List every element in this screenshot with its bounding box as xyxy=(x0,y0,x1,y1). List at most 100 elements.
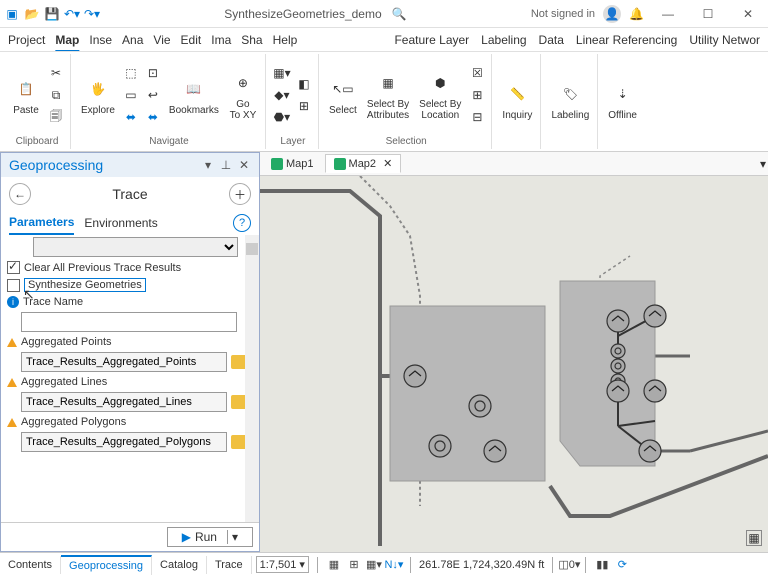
geoprocessing-pane: Geoprocessing ▾ ⊥ ✕ ← Trace ＋ Parameters… xyxy=(0,152,260,552)
basemap-icon[interactable]: ▦▾ xyxy=(272,63,292,83)
tab-close-icon[interactable]: ✕ xyxy=(383,157,392,170)
copy-icon[interactable]: ⧉ xyxy=(46,85,66,105)
menu-labeling[interactable]: Labeling xyxy=(481,33,526,47)
cut-icon[interactable]: ✂ xyxy=(46,63,66,83)
menu-linear-ref[interactable]: Linear Referencing xyxy=(576,33,677,47)
trace-name-input[interactable] xyxy=(21,312,237,332)
menu-map[interactable]: Map xyxy=(55,33,79,47)
maximize-button[interactable]: ☐ xyxy=(692,4,724,24)
zoom-sel-icon[interactable]: ▭ xyxy=(121,85,141,105)
help-button[interactable]: ? xyxy=(233,214,251,232)
offline-button[interactable]: ⇣ Offline xyxy=(604,78,641,123)
labeling-button[interactable]: 🏷 Labeling xyxy=(547,78,593,123)
signin-text[interactable]: Not signed in xyxy=(531,8,595,20)
menu-edit[interactable]: Edit xyxy=(181,33,202,47)
pause-icon[interactable]: ▮▮ xyxy=(594,557,610,573)
sel-count-icon[interactable]: ◫0▾ xyxy=(561,557,577,573)
tab-parameters[interactable]: Parameters xyxy=(9,211,74,235)
bottom-tab-catalog[interactable]: Catalog xyxy=(152,556,207,574)
menu-ana[interactable]: Ana xyxy=(122,33,143,47)
sel-opts-icon[interactable]: ⊞ xyxy=(467,85,487,105)
clear-sel-icon[interactable]: ☒ xyxy=(467,63,487,83)
menu-vie[interactable]: Vie xyxy=(153,33,170,47)
nav-arrows2-icon[interactable]: ⬌ xyxy=(143,107,163,127)
open-icon[interactable]: 📂 xyxy=(24,6,40,22)
agg-poly-input[interactable] xyxy=(21,432,227,452)
search-icon[interactable]: 🔍 xyxy=(392,7,407,21)
run-button[interactable]: ▶ Run ▾ xyxy=(167,527,253,547)
add-other-icon[interactable]: ⊞ xyxy=(294,96,314,116)
bell-icon[interactable]: 🔔 xyxy=(629,7,644,21)
back-button[interactable]: ← xyxy=(9,183,31,205)
warn-icon xyxy=(7,338,17,347)
adddata-icon[interactable]: ◆▾ xyxy=(272,85,292,105)
addpreset-icon[interactable]: ⬣▾ xyxy=(272,107,292,127)
select-loc-button[interactable]: ⬢ Select By Location xyxy=(415,67,465,123)
explore-button[interactable]: 🖐 Explore xyxy=(77,73,119,118)
menu-help[interactable]: Help xyxy=(273,33,298,47)
bottom-tab-trace[interactable]: Trace xyxy=(207,556,252,574)
zoom-prev-icon[interactable]: ↩ xyxy=(143,85,163,105)
grid-icon-2[interactable]: ⊞ xyxy=(346,557,362,573)
bottom-tab-contents[interactable]: Contents xyxy=(0,556,61,574)
snap-icon[interactable]: ▦ xyxy=(326,557,342,573)
menu-utility-net[interactable]: Utility Networ xyxy=(689,33,760,47)
param-dropdown[interactable] xyxy=(33,237,238,257)
menu-inse[interactable]: Inse xyxy=(89,33,112,47)
menu-project[interactable]: Project xyxy=(8,33,45,47)
undo-icon[interactable]: ↶▾ xyxy=(64,6,80,22)
goto-xy-button[interactable]: ⊕ Go To XY xyxy=(225,67,261,123)
run-dropdown-icon[interactable]: ▾ xyxy=(227,530,238,544)
agg-lines-input[interactable] xyxy=(21,392,227,412)
clear-prev-label: Clear All Previous Trace Results xyxy=(24,262,181,274)
pane-dropdown-icon[interactable]: ▾ xyxy=(201,158,215,172)
add-graphics-icon[interactable]: ◧ xyxy=(294,74,314,94)
bookmarks-button[interactable]: 📖 Bookmarks xyxy=(165,73,223,118)
view-menu-icon[interactable]: ▾ xyxy=(760,157,766,171)
target-icon: ⊕ xyxy=(229,69,257,97)
synthesize-checkbox[interactable] xyxy=(7,279,20,292)
clear-prev-checkbox[interactable] xyxy=(7,261,20,274)
tool-title: Trace xyxy=(37,186,223,202)
bottom-tab-geoproc[interactable]: Geoprocessing xyxy=(61,555,152,575)
zoom-fixed-icon[interactable]: ⊡ xyxy=(143,63,163,83)
nav-arrows-icon[interactable]: ⬌ xyxy=(121,107,141,127)
refresh-icon[interactable]: ⟳ xyxy=(614,557,630,573)
correction-icon[interactable]: N↓▾ xyxy=(386,557,402,573)
tab-environments[interactable]: Environments xyxy=(84,212,157,234)
add-batch-button[interactable]: ＋ xyxy=(229,183,251,205)
user-icon[interactable]: 👤 xyxy=(603,5,621,23)
map-tab-2[interactable]: Map2✕ xyxy=(325,154,402,173)
agg-points-input[interactable] xyxy=(21,352,227,372)
coords-text: 261.78E 1,724,320.49N ft xyxy=(419,559,544,571)
menu-data[interactable]: Data xyxy=(539,33,564,47)
close-button[interactable]: ✕ xyxy=(732,4,764,24)
menu-feature-layer[interactable]: Feature Layer xyxy=(394,33,469,47)
warn-icon-2 xyxy=(7,378,17,387)
select-attr-icon: ▦ xyxy=(374,69,402,97)
pane-pin-icon[interactable]: ⊥ xyxy=(219,158,233,172)
bottom-bar: Contents Geoprocessing Catalog Trace 1:7… xyxy=(0,552,768,576)
inquiry-button[interactable]: 📏 Inquiry xyxy=(498,78,536,123)
zoom-full-icon[interactable]: ⬚ xyxy=(121,63,141,83)
minimize-button[interactable]: — xyxy=(652,4,684,24)
sel-opts2-icon[interactable]: ⊟ xyxy=(467,107,487,127)
window-title: SynthesizeGeometries_demo xyxy=(224,7,381,21)
save-icon[interactable]: 💾 xyxy=(44,6,60,22)
menu-ima[interactable]: Ima xyxy=(211,33,231,47)
map-canvas[interactable]: ▦ xyxy=(260,176,768,552)
copypath-icon[interactable]: 🗐 xyxy=(46,107,66,127)
select-button[interactable]: ↖▭ Select xyxy=(325,73,361,118)
ribbon: 📋 Paste ✂ ⧉ 🗐 Clipboard 🖐 Explore ⬚ ▭ ⬌ xyxy=(0,52,768,152)
select-icon: ↖▭ xyxy=(329,75,357,103)
scale-input[interactable]: 1:7,501 ▾ xyxy=(256,556,309,573)
redo-icon[interactable]: ↷▾ xyxy=(84,6,100,22)
select-attr-button[interactable]: ▦ Select By Attributes xyxy=(363,67,413,123)
grid-icon[interactable]: ▦ xyxy=(746,530,762,546)
map-tab-1[interactable]: Map1 xyxy=(262,155,323,173)
titlebar: ▣ 📂 💾 ↶▾ ↷▾ SynthesizeGeometries_demo 🔍 … xyxy=(0,0,768,28)
pane-close-icon[interactable]: ✕ xyxy=(237,158,251,172)
constraints-icon[interactable]: ▦▾ xyxy=(366,557,382,573)
paste-button[interactable]: 📋 Paste xyxy=(8,73,44,118)
menu-sha[interactable]: Sha xyxy=(241,33,262,47)
